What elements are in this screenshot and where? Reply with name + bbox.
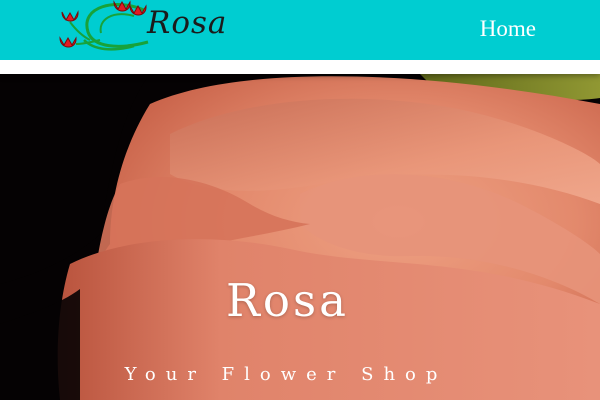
page: Rosa Home Rosa Your Flower Shop xyxy=(0,0,600,400)
navbar-shadow-strip xyxy=(0,60,600,74)
rose-petal-image xyxy=(0,74,600,400)
hero-subtitle: Your Flower Shop xyxy=(124,364,448,385)
hero-title: Rosa xyxy=(226,274,349,327)
hero-banner: Rosa Your Flower Shop xyxy=(0,74,600,400)
nav-home-link[interactable]: Home xyxy=(480,16,536,42)
tulip-logo-icon xyxy=(59,0,149,51)
brand-logo-link[interactable]: Rosa xyxy=(56,0,246,60)
brand-name: Rosa xyxy=(147,5,228,41)
navbar: Rosa Home xyxy=(0,0,600,60)
